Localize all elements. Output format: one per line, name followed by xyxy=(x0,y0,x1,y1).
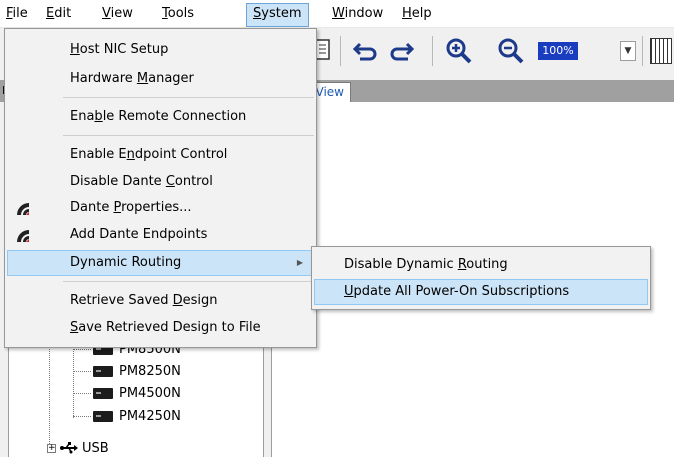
menu-item-enable-endpoint-control[interactable]: Enable Endpoint Control xyxy=(7,142,314,168)
toolbar-separator xyxy=(340,36,341,66)
undo-icon[interactable] xyxy=(352,38,380,64)
system-menu: Host NIC Setup Hardware Manager Enable R… xyxy=(4,28,317,348)
tree-connector xyxy=(73,393,91,394)
tree-item-device[interactable]: PM4250N xyxy=(93,405,181,427)
menu-item-add-dante-endpoints[interactable]: Add Dante Endpoints xyxy=(7,222,314,248)
menu-separator xyxy=(63,281,314,282)
device-icon xyxy=(93,410,113,422)
dante-icon xyxy=(17,203,29,215)
tree-connector xyxy=(73,338,74,418)
tree-item-device[interactable]: PM8250N xyxy=(93,360,181,382)
device-icon xyxy=(93,387,113,399)
tree-expander-icon[interactable]: + xyxy=(47,443,56,453)
menu-item-enable-remote-connection[interactable]: Enable Remote Connection xyxy=(7,104,314,130)
zoom-level-field[interactable]: 100% xyxy=(538,42,578,60)
menu-item-dante-properties[interactable]: Dante Properties... xyxy=(7,195,314,221)
tree-connector xyxy=(49,338,50,448)
menu-item-hardware-manager[interactable]: Hardware Manager xyxy=(7,66,314,92)
menu-item-disable-dynamic-routing[interactable]: Disable Dynamic Routing xyxy=(314,252,648,278)
tree-item-device[interactable]: PM4500N xyxy=(93,382,181,404)
menu-window[interactable]: Window xyxy=(326,4,389,26)
menu-system[interactable]: System xyxy=(246,3,309,27)
tree-item-usb[interactable]: + USB xyxy=(47,437,109,457)
tree-connector xyxy=(73,416,91,417)
menu-separator xyxy=(63,135,314,136)
menu-item-dynamic-routing[interactable]: Dynamic Routing ▶ xyxy=(7,250,314,276)
zoom-dropdown-icon[interactable]: ▼ xyxy=(620,41,636,61)
menu-edit[interactable]: Edit xyxy=(40,4,77,26)
usb-icon xyxy=(60,442,78,454)
menu-bar: File Edit View Tools System Window Help xyxy=(0,0,674,28)
tree-connector xyxy=(73,371,91,372)
menu-help[interactable]: Help xyxy=(396,4,438,26)
zoom-in-icon[interactable] xyxy=(444,36,474,66)
toolbar-separator xyxy=(432,36,433,66)
dante-icon xyxy=(17,230,29,242)
menu-item-retrieve-saved-design[interactable]: Retrieve Saved Design xyxy=(7,288,314,314)
menu-file[interactable]: File xyxy=(0,4,34,26)
menu-item-save-retrieved-design[interactable]: Save Retrieved Design to File xyxy=(7,315,314,341)
toolbar-separator xyxy=(642,36,643,66)
zoom-out-icon[interactable] xyxy=(496,36,526,66)
menu-tools[interactable]: Tools xyxy=(156,4,200,26)
menu-separator xyxy=(63,97,314,98)
menu-item-disable-dante-control[interactable]: Disable Dante Control xyxy=(7,169,314,195)
menu-item-update-power-on-subscriptions[interactable]: Update All Power-On Subscriptions xyxy=(314,279,648,305)
dynamic-routing-submenu: Disable Dynamic Routing Update All Power… xyxy=(311,246,651,310)
menu-item-host-nic-setup[interactable]: Host NIC Setup xyxy=(7,37,314,63)
menu-view[interactable]: View xyxy=(96,4,139,26)
redo-icon[interactable] xyxy=(388,38,416,64)
device-icon xyxy=(93,365,113,377)
grid-icon[interactable] xyxy=(650,38,672,64)
tree-connector xyxy=(73,349,91,350)
submenu-arrow-icon: ▶ xyxy=(296,258,303,267)
